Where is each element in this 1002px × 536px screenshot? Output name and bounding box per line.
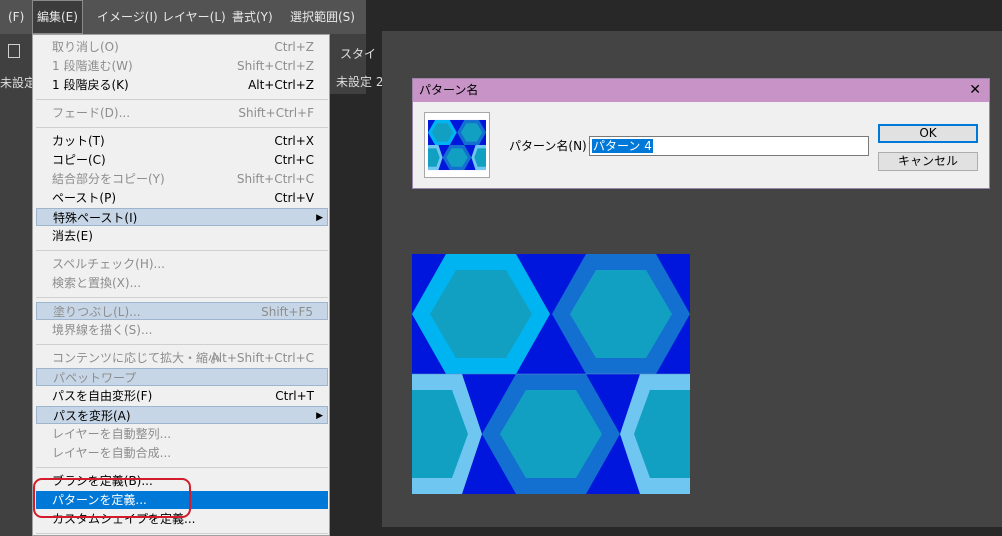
tool-preset-icon[interactable] [8, 44, 20, 58]
menu-item-0[interactable]: 取り消し(O) Ctrl+Z [36, 38, 328, 56]
document-tab-left[interactable]: 未設定 [0, 74, 36, 91]
dialog-titlebar: パターン名 ✕ [413, 79, 989, 102]
pattern-name-dialog: パターン名 ✕ パターン名(N)： パターン 4 OK キャンセル [412, 78, 990, 189]
menu-item-shortcut: Shift+F5 [261, 305, 313, 319]
menu-item-24[interactable]: レイヤーを自動合成... [36, 444, 328, 462]
menu-item-23[interactable]: レイヤーを自動整列... [36, 425, 328, 443]
options-bar-left [0, 34, 32, 536]
menu-item-label: 1 段階戻る(K) [52, 78, 129, 92]
document-tab-right[interactable]: 未設定 2 [336, 73, 383, 90]
menu-item-19[interactable]: コンテンツに応じて拡大・縮小 Alt+Shift+Ctrl+C [36, 349, 328, 367]
pattern-name-input[interactable]: パターン 4 [589, 136, 869, 156]
menu-item-shortcut: Ctrl+V [274, 191, 314, 205]
menu-item-label: 境界線を描く(S)... [52, 323, 153, 337]
menubar-item-0[interactable]: (F) [4, 0, 28, 34]
menu-item-1[interactable]: 1 段階進む(W) Shift+Ctrl+Z [36, 57, 328, 75]
menu-item-label: コピー(C) [52, 153, 106, 167]
submenu-arrow-icon: ▶ [316, 213, 323, 223]
menu-item-13[interactable]: スペルチェック(H)... [36, 255, 328, 273]
menu-item-shortcut: Alt+Ctrl+Z [248, 78, 314, 92]
menu-item-label: フェード(D)... [52, 106, 131, 120]
menu-item-label: 特殊ペースト(I) [53, 211, 138, 225]
menu-separator [36, 99, 328, 100]
pattern-thumbnail [424, 112, 490, 178]
menu-item-label: コンテンツに応じて拡大・縮小 [52, 351, 221, 365]
menubar-item-3[interactable]: レイヤー(L) [158, 0, 230, 34]
menu-item-label: 塗りつぶし(L)... [53, 305, 141, 319]
menubar-item-5[interactable]: 選択範囲(S) [286, 0, 359, 34]
dialog-title: パターン名 [419, 83, 479, 97]
menu-separator [36, 533, 328, 534]
submenu-arrow-icon: ▶ [316, 411, 323, 421]
menu-item-shortcut: Shift+Ctrl+Z [237, 59, 314, 73]
menu-separator [36, 127, 328, 128]
menu-item-label: パスを自由変形(F) [52, 389, 153, 403]
pattern-name-label: パターン名(N)： [509, 139, 599, 153]
menubar-item-4[interactable]: 書式(Y) [228, 0, 277, 34]
pattern-canvas [412, 254, 690, 494]
edit-menu: 取り消し(O) Ctrl+Z 1 段階進む(W) Shift+Ctrl+Z 1 段階戻る… [32, 34, 330, 536]
menu-item-20[interactable]: パペットワープ [36, 368, 328, 386]
menu-item-10[interactable]: 特殊ペースト(I) ▶ [36, 208, 328, 226]
menu-item-6[interactable]: カット(T) Ctrl+X [36, 132, 328, 150]
menubar-item-1[interactable]: 編集(E) [32, 0, 83, 34]
pattern-name-value: パターン 4 [592, 139, 653, 153]
menu-item-label: ペースト(P) [52, 191, 116, 205]
menu-item-2[interactable]: 1 段階戻る(K) Alt+Ctrl+Z [36, 76, 328, 94]
menu-separator [36, 297, 328, 298]
menu-item-shortcut: Ctrl+C [274, 153, 314, 167]
menu-item-label: 取り消し(O) [52, 40, 119, 54]
menu-item-label: レイヤーを自動合成... [52, 446, 172, 460]
cancel-button[interactable]: キャンセル [878, 152, 978, 171]
highlight-callout [33, 478, 191, 518]
menu-item-label: スペルチェック(H)... [52, 257, 165, 271]
menu-item-16[interactable]: 塗りつぶし(L)... Shift+F5 [36, 302, 328, 320]
menubar-item-2[interactable]: イメージ(I) [93, 0, 162, 34]
menu-item-7[interactable]: コピー(C) Ctrl+C [36, 151, 328, 169]
menu-item-shortcut: Shift+Ctrl+C [236, 172, 314, 186]
menu-item-shortcut: Ctrl+Z [274, 40, 314, 54]
menu-item-4[interactable]: フェード(D)... Shift+Ctrl+F [36, 104, 328, 122]
style-label[interactable]: スタイ [340, 45, 376, 62]
menu-item-17[interactable]: 境界線を描く(S)... [36, 321, 328, 339]
menu-item-label: パスを変形(A) [53, 409, 131, 423]
menu-item-label: 消去(E) [52, 229, 93, 243]
menu-separator [36, 250, 328, 251]
close-icon[interactable]: ✕ [969, 79, 981, 102]
menu-separator [36, 467, 328, 468]
menu-item-14[interactable]: 検索と置換(X)... [36, 274, 328, 292]
menu-item-shortcut: Ctrl+X [274, 134, 314, 148]
menu-item-label: 結合部分をコピー(Y) [52, 172, 165, 186]
ok-button[interactable]: OK [878, 124, 978, 143]
menu-item-shortcut: Alt+Shift+Ctrl+C [210, 351, 314, 365]
menu-item-shortcut: Ctrl+T [275, 389, 314, 403]
menu-item-shortcut: Shift+Ctrl+F [238, 106, 314, 120]
menu-item-21[interactable]: パスを自由変形(F) Ctrl+T [36, 387, 328, 405]
menu-item-label: 検索と置換(X)... [52, 276, 142, 290]
menu-item-label: カット(T) [52, 134, 105, 148]
menu-item-label: 1 段階進む(W) [52, 59, 133, 73]
menu-item-8[interactable]: 結合部分をコピー(Y) Shift+Ctrl+C [36, 170, 328, 188]
menu-separator [36, 344, 328, 345]
menu-item-9[interactable]: ペースト(P) Ctrl+V [36, 189, 328, 207]
menu-bar: (F) 編集(E) イメージ(I) レイヤー(L) 書式(Y) 選択範囲(S) [0, 0, 366, 34]
menu-item-22[interactable]: パスを変形(A) ▶ [36, 406, 328, 424]
menu-item-label: レイヤーを自動整列... [52, 427, 172, 441]
menu-item-label: パペットワープ [53, 371, 137, 385]
menu-item-11[interactable]: 消去(E) [36, 227, 328, 245]
